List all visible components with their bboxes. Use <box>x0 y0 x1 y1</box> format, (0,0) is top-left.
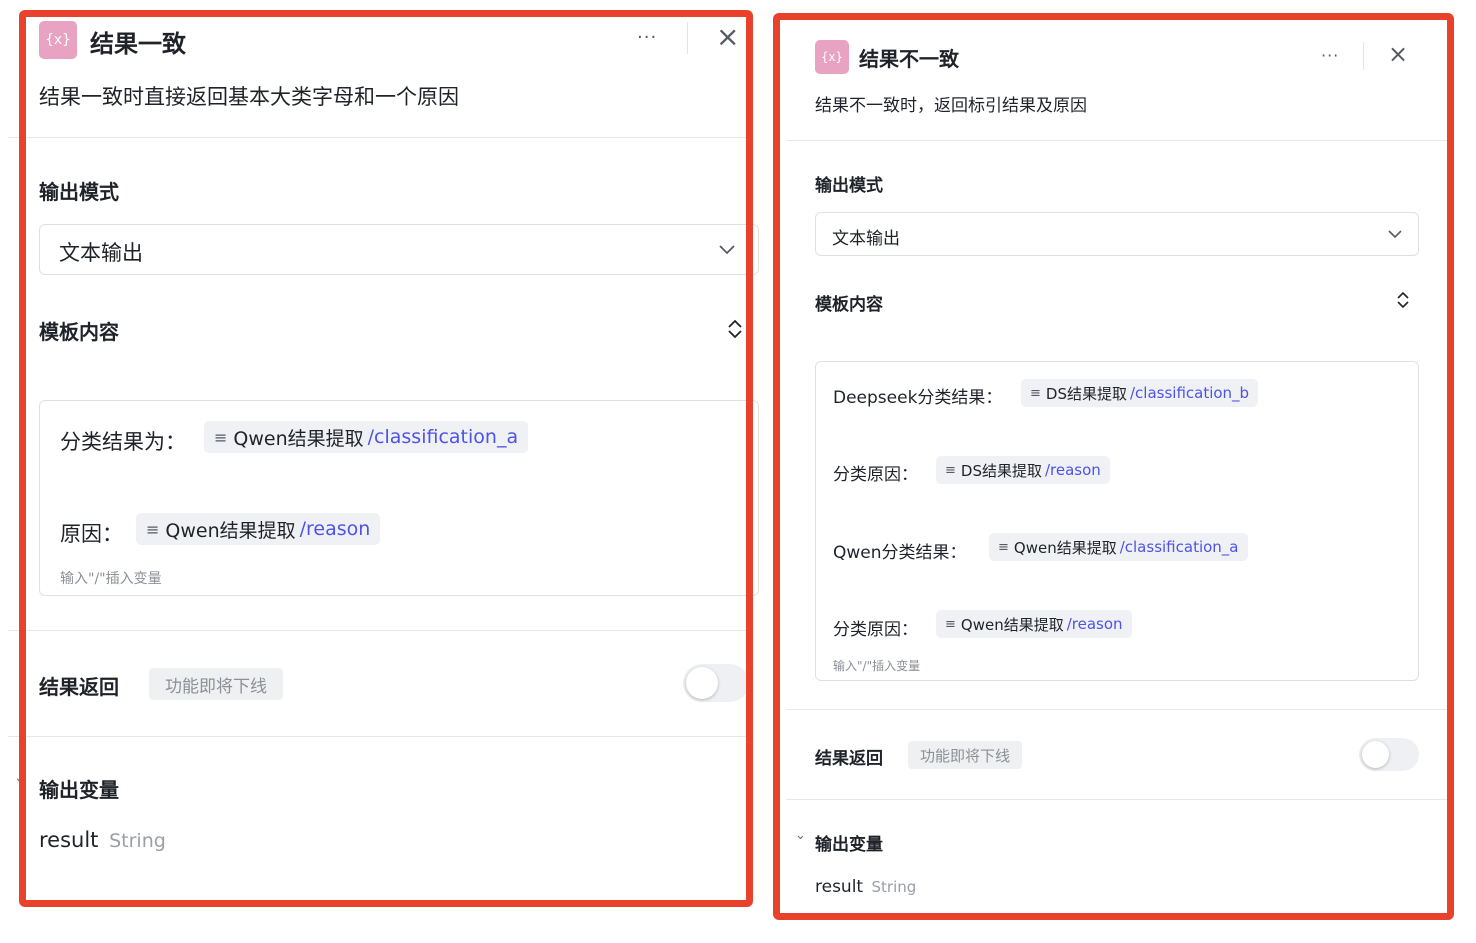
result-return-label: 结果返回 <box>39 675 119 699</box>
template-line-label: Deepseek分类结果： <box>833 388 1003 408</box>
result-return-label: 结果返回 <box>815 749 883 769</box>
chip-node-name: DS结果提取 <box>1045 384 1127 403</box>
variable-icon: ≡ <box>945 616 956 632</box>
close-button[interactable]: × <box>716 22 739 52</box>
variable-chip[interactable]: ≡ Qwen结果提取 /classification_a <box>204 421 529 453</box>
output-variable-type: String <box>871 878 917 896</box>
node-description[interactable]: 结果一致时直接返回基本大类字母和一个原因 <box>39 81 459 111</box>
header-divider <box>1363 42 1364 70</box>
variable-node-icon: {x} <box>39 21 77 59</box>
variable-icon: ≡ <box>1030 385 1041 401</box>
chip-node-name: Qwen结果提取 <box>233 427 364 450</box>
variable-chip[interactable]: ≡ Qwen结果提取 /reason <box>136 513 381 545</box>
variable-chip[interactable]: ≡ Qwen结果提取 /classification_a <box>989 533 1248 561</box>
editor-placeholder: 输入"/"插入变量 <box>833 659 921 673</box>
template-editor[interactable]: 分类结果为： ≡ Qwen结果提取 /classification_a 原因： … <box>39 400 759 596</box>
chip-variable-path: /classification_b <box>1129 384 1250 402</box>
editor-placeholder: 输入"/"插入变量 <box>60 571 162 587</box>
section-divider <box>786 709 1448 710</box>
variable-icon: ≡ <box>998 539 1009 555</box>
chip-variable-path: /reason <box>299 518 371 540</box>
deprecation-tag: 功能即将下线 <box>908 741 1022 769</box>
section-divider <box>8 630 753 631</box>
chip-variable-path: /classification_a <box>1119 538 1239 556</box>
output-mode-select[interactable]: 文本输出 <box>39 224 759 275</box>
output-variables-label: 输出变量 <box>815 835 883 855</box>
expand-collapse-icon[interactable] <box>727 319 743 339</box>
node-panel-consistent: {x} 结果一致 ··· × 结果一致时直接返回基本大类字母和一个原因 输出模式… <box>0 0 770 943</box>
output-variable-type: String <box>109 830 166 852</box>
toggle-knob <box>1362 741 1389 768</box>
more-options-button[interactable]: ··· <box>1321 46 1339 65</box>
header-divider <box>687 22 688 54</box>
chip-node-name: Qwen结果提取 <box>165 519 296 542</box>
chevron-down-icon[interactable]: ⌄ <box>795 828 806 843</box>
variable-icon: ≡ <box>214 427 228 447</box>
node-title[interactable]: 结果不一致 <box>859 43 959 72</box>
toggle-knob <box>686 667 718 699</box>
section-divider <box>8 137 753 138</box>
variable-icon: ≡ <box>146 519 160 539</box>
template-content-label: 模板内容 <box>39 320 119 344</box>
node-panel-inconsistent: {x} 结果不一致 ··· × 结果不一致时，返回标引结果及原因 输出模式 文本… <box>774 0 1476 943</box>
more-options-button[interactable]: ··· <box>637 27 657 48</box>
deprecation-tag: 功能即将下线 <box>149 668 283 700</box>
output-variables-label: 输出变量 <box>39 778 119 802</box>
result-return-toggle[interactable] <box>683 664 749 702</box>
variable-chip[interactable]: ≡ DS结果提取 /reason <box>936 456 1110 484</box>
variable-icon: ≡ <box>945 462 956 478</box>
chip-node-name: Qwen结果提取 <box>1013 538 1117 557</box>
template-line-label: 分类原因： <box>833 465 918 485</box>
chip-variable-path: /reason <box>1044 461 1101 479</box>
output-variable: result String <box>815 877 916 897</box>
close-button[interactable]: × <box>1388 41 1408 67</box>
output-mode-label: 输出模式 <box>815 176 883 196</box>
chevron-down-icon <box>719 245 735 255</box>
chip-variable-path: /reason <box>1066 615 1123 633</box>
section-divider <box>8 736 753 737</box>
output-variable-name: result <box>815 877 864 897</box>
variable-chip[interactable]: ≡ DS结果提取 /classification_b <box>1021 379 1259 407</box>
node-title[interactable]: 结果一致 <box>90 24 186 59</box>
chip-variable-path: /classification_a <box>367 426 519 448</box>
output-mode-select[interactable]: 文本输出 <box>815 212 1419 256</box>
section-divider <box>786 140 1448 141</box>
variable-chip[interactable]: ≡ Qwen结果提取 /reason <box>936 610 1132 638</box>
output-mode-label: 输出模式 <box>39 180 119 204</box>
chip-node-name: Qwen结果提取 <box>960 615 1064 634</box>
template-line-label: Qwen分类结果： <box>833 543 967 563</box>
result-return-toggle[interactable] <box>1359 738 1419 771</box>
output-mode-value: 文本输出 <box>832 229 900 249</box>
output-mode-value: 文本输出 <box>59 241 143 265</box>
output-variable-name: result <box>39 828 99 852</box>
chevron-down-icon[interactable]: ⌄ <box>14 770 26 786</box>
template-content-label: 模板内容 <box>815 295 883 315</box>
template-line-label: 原因： <box>60 522 123 546</box>
section-divider <box>786 799 1448 800</box>
variable-node-icon: {x} <box>815 40 849 74</box>
template-editor[interactable]: Deepseek分类结果： ≡ DS结果提取 /classification_b… <box>815 361 1419 681</box>
chevron-down-icon <box>1388 230 1402 239</box>
template-line-label: 分类结果为： <box>60 430 186 454</box>
expand-collapse-icon[interactable] <box>1396 291 1410 309</box>
chip-node-name: DS结果提取 <box>960 461 1042 480</box>
template-line-label: 分类原因： <box>833 620 918 640</box>
output-variable: result String <box>39 828 166 852</box>
node-description[interactable]: 结果不一致时，返回标引结果及原因 <box>815 91 1087 116</box>
